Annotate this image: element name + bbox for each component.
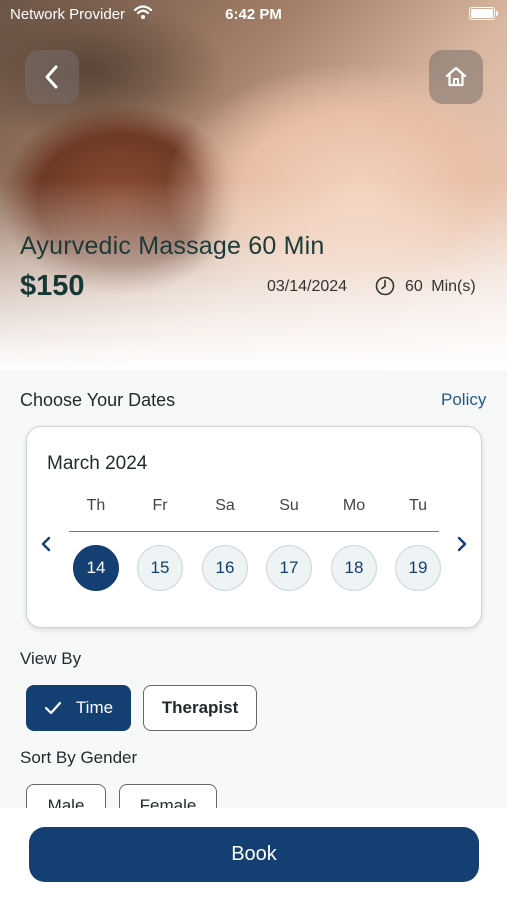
calendar-month: March 2024 — [47, 453, 148, 474]
chevron-right-icon[interactable] — [454, 533, 470, 555]
chevron-left-icon[interactable] — [38, 533, 54, 555]
day-button[interactable]: 19 — [395, 545, 441, 591]
checkmark-icon — [44, 701, 62, 715]
battery-icon — [469, 7, 498, 20]
view-by-therapist-button[interactable]: Therapist — [143, 685, 257, 731]
book-button[interactable]: Book — [29, 827, 479, 882]
calendar-divider — [69, 531, 439, 532]
policy-link[interactable]: Policy — [441, 390, 486, 410]
weekday-label: Mo — [342, 497, 366, 514]
service-duration: 60 Min(s) — [405, 278, 476, 295]
back-button[interactable] — [25, 50, 79, 104]
view-by-therapist-label: Therapist — [161, 698, 239, 717]
home-icon — [445, 66, 467, 87]
home-button[interactable] — [429, 50, 483, 104]
service-date: 03/14/2024 — [267, 278, 348, 295]
service-title: Ayurvedic Massage 60 Min — [20, 232, 325, 260]
clock-icon — [375, 276, 395, 296]
service-price: $150 — [20, 270, 85, 302]
choose-dates-label: Choose Your Dates — [20, 390, 176, 410]
view-by-time-button[interactable]: Time — [26, 685, 131, 731]
status-bar: Network Provider 6:42 PM — [0, 0, 507, 28]
calendar-card: March 2024 Th Fr Sa Su Mo Tu 14 15 16 17… — [26, 426, 482, 628]
chevron-left-icon — [45, 65, 58, 89]
status-time: 6:42 PM — [225, 6, 282, 23]
sort-by-gender-label: Sort By Gender — [20, 748, 138, 767]
weekday-label: Sa — [215, 497, 235, 514]
view-by-time-label: Time — [75, 698, 114, 717]
view-by-label: View By — [20, 649, 82, 668]
day-button-selected[interactable]: 14 — [73, 545, 119, 591]
day-button[interactable]: 15 — [137, 545, 183, 591]
day-button[interactable]: 17 — [266, 545, 312, 591]
weekday-label: Su — [279, 497, 299, 514]
day-button[interactable]: 18 — [331, 545, 377, 591]
weekday-label: Tu — [408, 497, 428, 514]
weekday-label: Fr — [152, 497, 168, 514]
day-button[interactable]: 16 — [202, 545, 248, 591]
book-button-label: Book — [231, 843, 277, 865]
weekday-label: Th — [86, 497, 106, 514]
